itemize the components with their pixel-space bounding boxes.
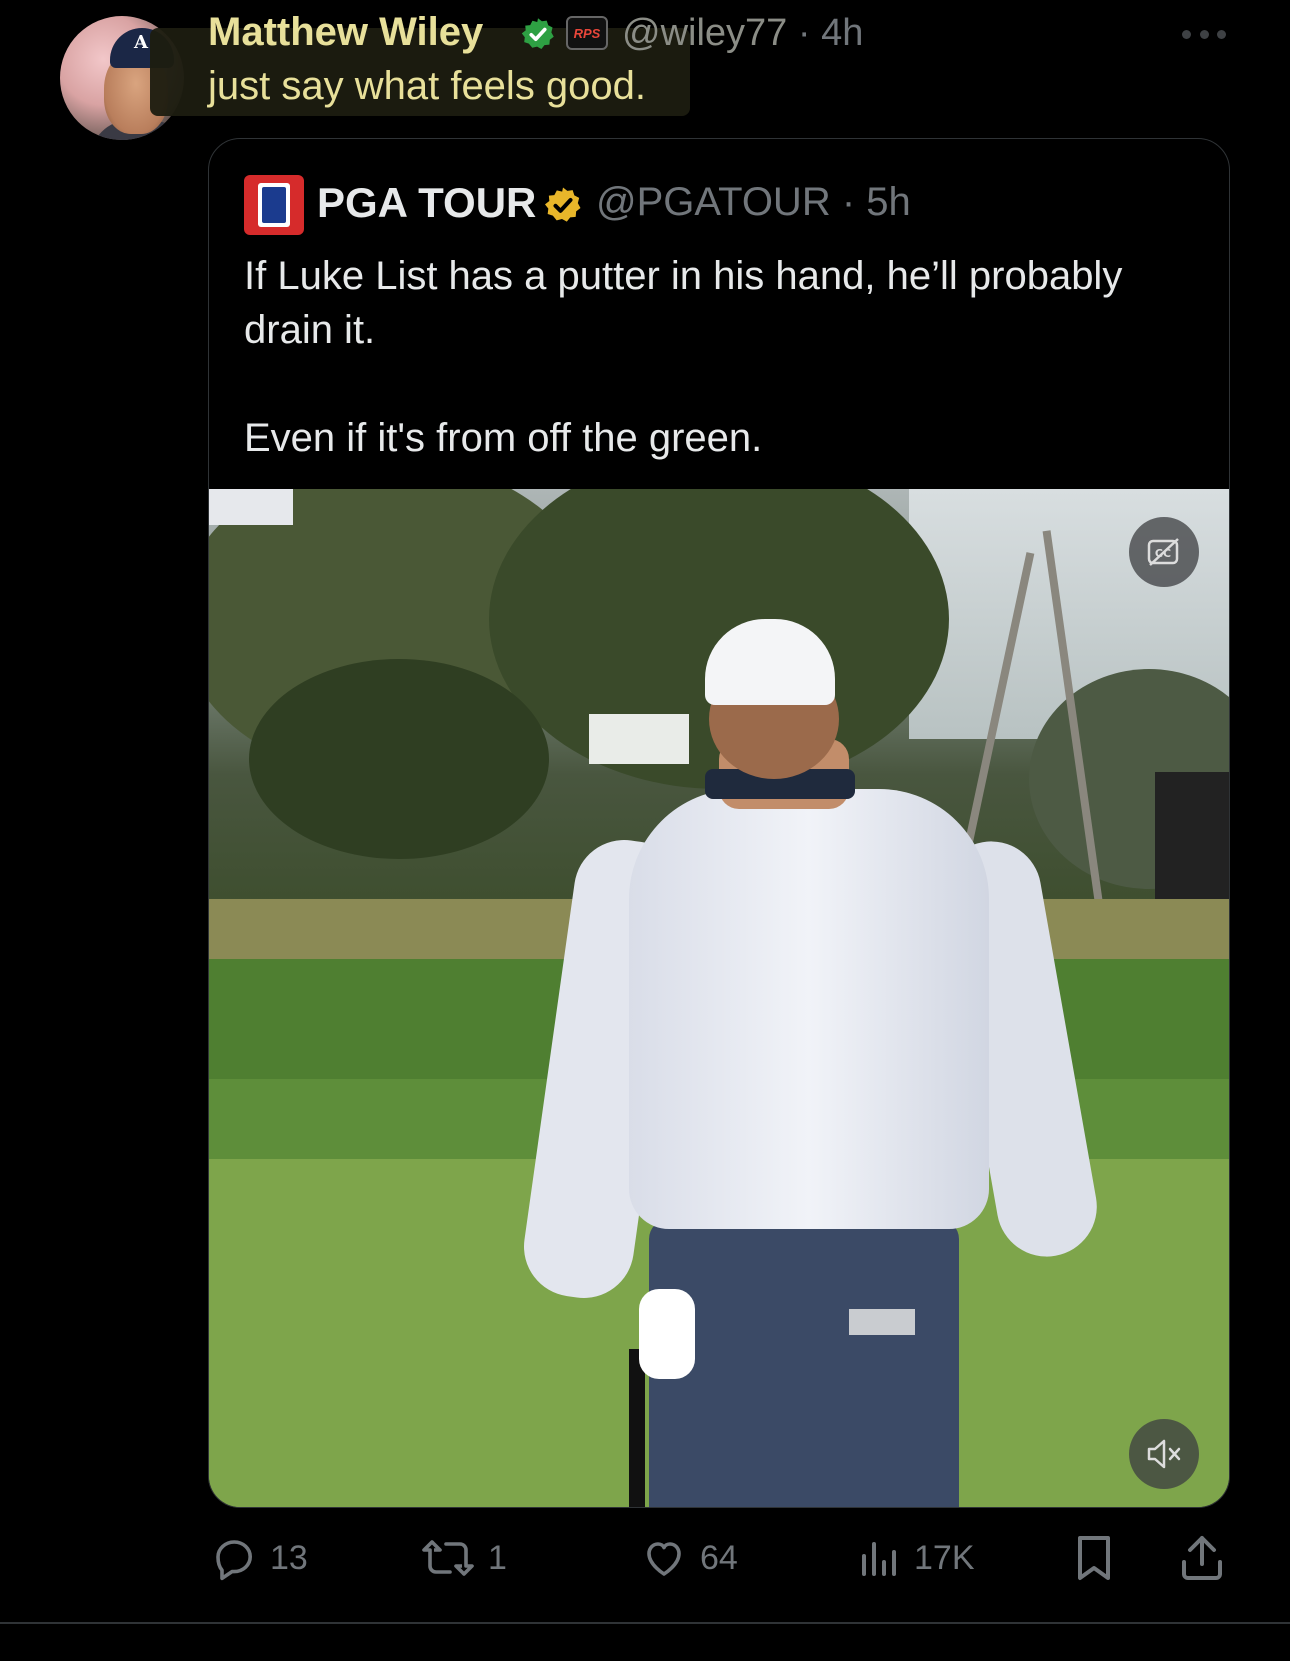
quoted-text: If Luke List has a putter in his hand, h… (244, 249, 1204, 465)
post-text: just say what feels good. (208, 64, 647, 108)
golfer-glove (639, 1289, 695, 1379)
pga-logo-blue (262, 187, 286, 223)
share-icon (1182, 1536, 1222, 1580)
share-button[interactable] (1178, 1530, 1226, 1586)
post-time[interactable]: 4h (821, 12, 863, 54)
heart-icon (647, 1542, 681, 1576)
golfer-pocket (849, 1309, 915, 1335)
reply-count: 13 (270, 1538, 308, 1577)
like-count: 64 (700, 1538, 738, 1577)
quoted-handle-time[interactable]: @PGATOUR · 5h (596, 180, 911, 225)
divider (0, 1622, 1290, 1624)
verified-gold-badge-icon (545, 187, 581, 222)
author-handle-time[interactable]: @wiley77 · 4h (622, 12, 863, 55)
golfer-cap (705, 619, 835, 705)
verified-badge-icon (521, 18, 554, 49)
video-tree (249, 659, 549, 859)
quoted-text-line-1: If Luke List has a putter in his hand, h… (244, 254, 1123, 352)
action-bar: 13 1 64 17K (0, 1530, 1290, 1586)
reply-button[interactable]: 13 (210, 1530, 308, 1586)
repost-icon (422, 1540, 474, 1576)
captions-off-icon[interactable]: CC (1129, 517, 1199, 587)
pga-tour-logo[interactable] (244, 175, 304, 235)
repost-count: 1 (488, 1538, 507, 1577)
golfer-pants (649, 1219, 959, 1507)
quoted-post[interactable]: PGA TOUR @PGATOUR · 5h If Luke List has … (208, 138, 1230, 1508)
separator-dot: · (830, 180, 867, 224)
video-player[interactable]: CC (209, 489, 1229, 1507)
more-icon[interactable] (1182, 24, 1226, 44)
quoted-time[interactable]: 5h (866, 180, 911, 224)
bookmark-icon (1078, 1536, 1110, 1580)
avatar-cap-logo: A (134, 32, 148, 53)
author-handle[interactable]: @wiley77 (622, 12, 787, 54)
bookmark-button[interactable] (1072, 1530, 1116, 1586)
affiliation-badge[interactable]: RPS (566, 16, 608, 50)
post: A Matthew Wiley RPS @wiley77 · 4h just s… (0, 0, 1290, 1661)
quoted-author-name[interactable]: PGA TOUR (317, 179, 536, 227)
quoted-text-line-2: Even if it's from off the green. (244, 416, 763, 460)
golfer-shirt (629, 789, 989, 1229)
author-name[interactable]: Matthew Wiley (208, 10, 483, 55)
views-icon (862, 1542, 896, 1576)
golfer-putter (629, 1349, 645, 1507)
views-count: 17K (914, 1538, 975, 1577)
reply-icon (216, 1540, 252, 1581)
repost-button[interactable]: 1 (420, 1530, 507, 1586)
like-button[interactable]: 64 (640, 1530, 738, 1586)
separator-dot: · (787, 12, 822, 54)
video-golfer (517, 619, 1105, 1507)
video-broadcast-tag (209, 489, 293, 525)
volume-muted-icon[interactable] (1129, 1419, 1199, 1489)
quoted-handle[interactable]: @PGATOUR (596, 180, 831, 224)
views-button[interactable]: 17K (858, 1530, 975, 1586)
